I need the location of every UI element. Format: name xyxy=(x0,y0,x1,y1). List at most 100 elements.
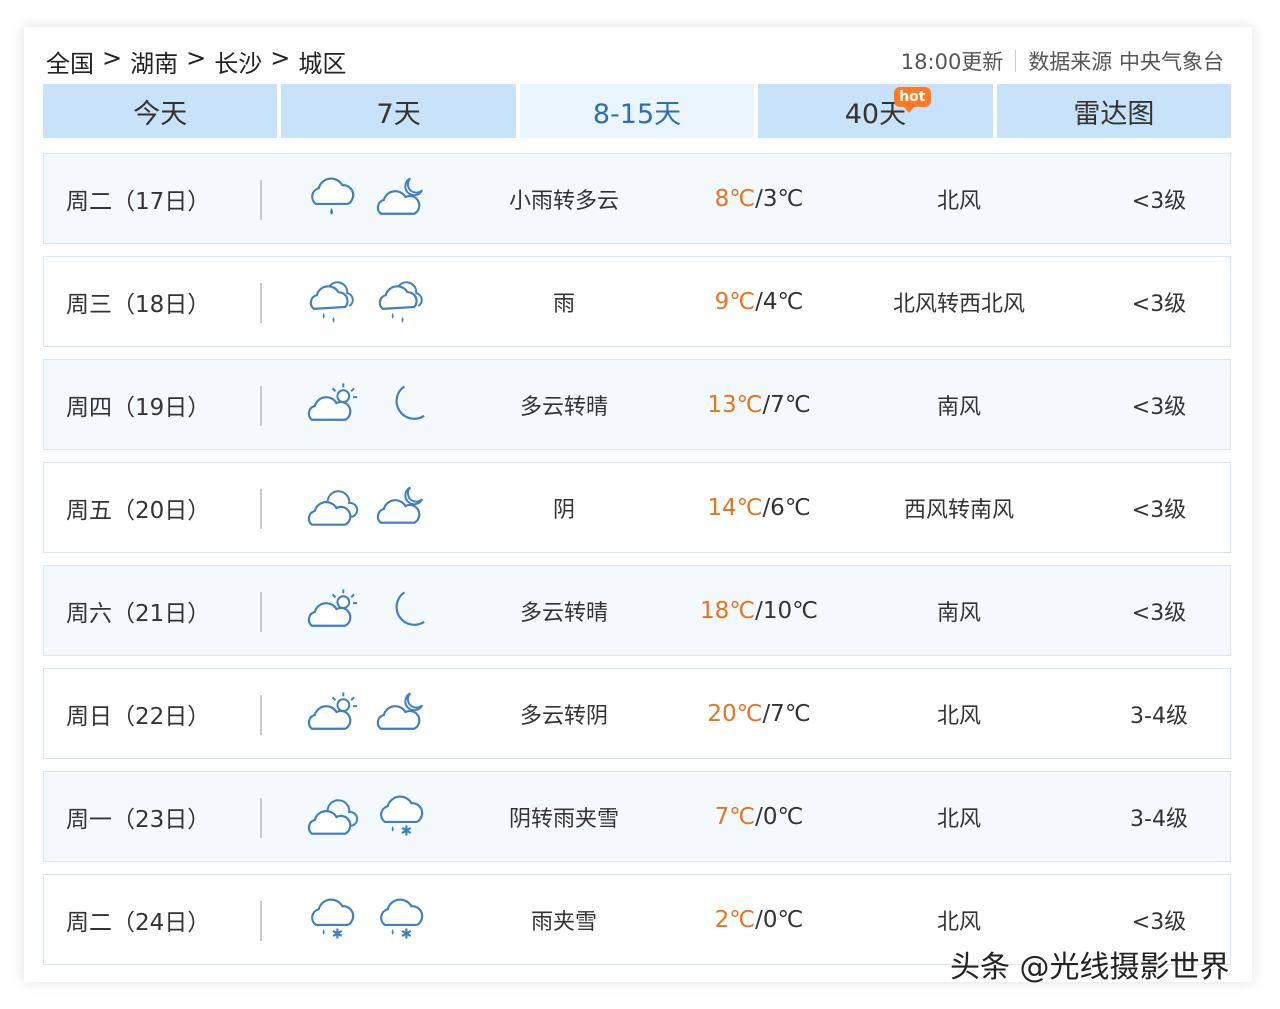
sleet-cloud-icon: ✱ xyxy=(311,898,355,942)
weather-icons xyxy=(306,463,430,552)
overcast-cloud-icon xyxy=(307,798,359,835)
low-temperature: /7℃ xyxy=(762,391,811,418)
wind-direction: 北风 xyxy=(936,188,981,214)
temperature: 2℃/0℃ xyxy=(664,875,854,964)
divider xyxy=(260,283,262,323)
day-label: 周三（18日） xyxy=(66,291,211,318)
weather-icons xyxy=(306,154,430,243)
day-label: 周六（21日） xyxy=(66,600,211,627)
day-label: 周一（23日） xyxy=(66,806,211,833)
temperature: 7℃/0℃ xyxy=(664,772,854,861)
breadcrumb-separator: > xyxy=(270,44,291,72)
weather-description: 雨夹雪 xyxy=(530,909,597,935)
divider xyxy=(260,489,262,529)
tab-label: 8-15天 xyxy=(592,98,682,130)
heavy-rain-cloud-icon xyxy=(378,280,423,323)
forecast-row: 周三（18日） 雨 9℃/4℃ 北风转西北风 <3级 xyxy=(43,256,1231,347)
weather-icons xyxy=(306,566,430,655)
sleet-cloud-icon: ✱ xyxy=(380,898,424,942)
forecast-list: 周二（17日） 小雨转多云 8℃/3℃ 北风 <3级 周三（18日） 雨 9℃ /… xyxy=(43,153,1231,977)
partly-sunny-icon xyxy=(307,691,358,730)
tab-label: 7天 xyxy=(376,98,421,130)
wind-level: 3-4级 xyxy=(1130,703,1188,729)
weather-icons: ✱ ✱ xyxy=(306,875,430,964)
period-tabs: 今天 7天 8-15天 40天 hot 雷达图 xyxy=(43,84,1232,138)
tab-radar[interactable]: 雷达图 xyxy=(996,84,1232,138)
wind-level: <3级 xyxy=(1131,188,1187,214)
partly-sunny-icon xyxy=(307,588,358,627)
breadcrumb-province[interactable]: 湖南 xyxy=(130,44,178,79)
high-temperature: 9℃ xyxy=(714,288,756,315)
forecast-row: 周一（23日） ✱ 阴转雨夹雪 7℃/0℃ 北风 3-4级 xyxy=(43,771,1231,862)
source-label: 数据来源 中央气象台 xyxy=(1028,50,1224,74)
wind-direction: 北风 xyxy=(936,806,981,832)
day-label: 周五（20日） xyxy=(66,497,211,524)
watermark: 头条 @光线摄影世界 xyxy=(950,950,1230,985)
high-temperature: 14℃ xyxy=(707,494,763,521)
low-temperature: /7℃ xyxy=(762,700,811,727)
wind-direction: 西风转南风 xyxy=(903,497,1014,523)
breadcrumb-separator: > xyxy=(186,44,207,72)
forecast-row: 周五（20日） 阴 14℃/6℃ 西风转南风 <3级 xyxy=(43,462,1231,553)
weather-description: 多云转晴 xyxy=(519,600,608,626)
breadcrumb-district: 城区 xyxy=(298,50,347,78)
moon-icon xyxy=(395,384,425,420)
weather-description: 阴 xyxy=(552,497,575,523)
divider xyxy=(260,695,262,735)
rain-cloud-icon xyxy=(311,177,355,215)
tab-40-days[interactable]: 40天 hot xyxy=(758,84,993,138)
tab-label: 今天 xyxy=(133,98,188,130)
breadcrumb-city[interactable]: 长沙 xyxy=(214,44,262,79)
data-source: 18:00更新 数据来源 中央气象台 xyxy=(901,46,1224,76)
low-temperature: /3℃ xyxy=(755,185,804,212)
wind-level: <3级 xyxy=(1131,394,1187,420)
cloudy-night-icon xyxy=(376,691,424,730)
breadcrumb: 全国 > 湖南 > 长沙 > 城区 xyxy=(46,44,346,79)
high-temperature: 8℃ xyxy=(714,185,756,212)
weather-icons xyxy=(306,360,430,449)
heavy-rain-cloud-icon xyxy=(309,280,354,323)
overcast-cloud-icon xyxy=(307,489,359,526)
wind-direction: 南风 xyxy=(936,394,981,420)
divider xyxy=(260,798,262,838)
day-label: 周四（19日） xyxy=(66,394,211,421)
wind-level: 3-4级 xyxy=(1130,806,1188,832)
tab-label: 雷达图 xyxy=(1073,98,1155,130)
wind-level: <3级 xyxy=(1131,497,1187,523)
low-temperature: /10℃ xyxy=(755,597,818,624)
divider xyxy=(260,386,262,426)
temperature: 20℃/7℃ xyxy=(664,669,854,758)
svg-text:✱: ✱ xyxy=(332,926,344,942)
forecast-row: 周日（22日） 多云转阴 20℃/7℃ 北风 3-4级 xyxy=(43,668,1231,759)
tab-today[interactable]: 今天 xyxy=(43,84,278,138)
breadcrumb-country[interactable]: 全国 xyxy=(46,44,94,79)
temperature: 18℃/10℃ xyxy=(664,566,854,655)
cloudy-night-icon xyxy=(376,485,424,524)
temperature: 14℃/6℃ xyxy=(664,463,854,552)
temperature: 8℃/3℃ xyxy=(664,154,854,243)
day-label: 周日（22日） xyxy=(66,703,211,730)
divider xyxy=(1015,50,1017,72)
low-temperature: /4℃ xyxy=(755,288,804,315)
low-temperature: /0℃ xyxy=(755,803,804,830)
hot-badge: hot xyxy=(894,87,931,113)
high-temperature: 7℃ xyxy=(714,803,756,830)
svg-text:✱: ✱ xyxy=(401,926,413,942)
temperature: 9℃/4℃ xyxy=(664,257,854,346)
divider xyxy=(260,592,262,632)
divider xyxy=(260,180,262,220)
low-temperature: /6℃ xyxy=(762,494,811,521)
tab-8-15-days[interactable]: 8-15天 xyxy=(519,84,755,138)
forecast-row: 周二（17日） 小雨转多云 8℃/3℃ 北风 <3级 xyxy=(43,153,1231,244)
cloudy-night-icon xyxy=(376,176,424,215)
high-temperature: 18℃ xyxy=(700,597,756,624)
breadcrumb-separator: > xyxy=(102,44,123,72)
wind-direction: 南风 xyxy=(936,600,981,626)
svg-text:✱: ✱ xyxy=(401,823,413,839)
weather-icons xyxy=(306,669,430,758)
divider xyxy=(260,901,262,941)
temperature: 13℃/7℃ xyxy=(664,360,854,449)
wind-direction: 北风转西北风 xyxy=(892,291,1025,317)
tab-7-days[interactable]: 7天 xyxy=(281,84,516,138)
update-time: 18:00更新 xyxy=(900,50,1004,74)
